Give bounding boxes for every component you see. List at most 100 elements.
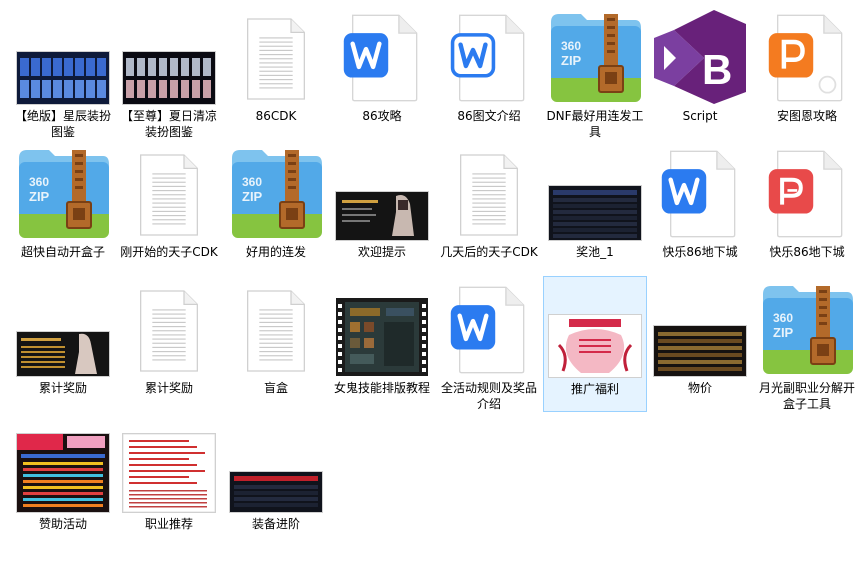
file-item[interactable]: 360 ZIP 超快自动开盒子	[11, 140, 115, 276]
file-item[interactable]: 360 ZIP DNF最好用连发工具	[543, 4, 647, 140]
word-doc-outline-icon	[441, 8, 537, 104]
svg-text:360: 360	[561, 39, 581, 53]
file-name-label: 快乐86地下城	[769, 245, 845, 259]
file-item[interactable]: 装备进阶	[224, 412, 328, 548]
file-item[interactable]: 快乐86地下城	[755, 140, 859, 276]
file-item[interactable]: 360 ZIP 好用的连发	[224, 140, 328, 276]
image-thumbnail	[549, 186, 641, 240]
file-item[interactable]: 盲盒	[224, 276, 328, 412]
file-item[interactable]: B Script	[648, 4, 752, 140]
file-item[interactable]: 86攻略	[330, 4, 434, 140]
image-thumbnail	[17, 434, 109, 512]
file-name-label: 推广福利	[570, 382, 619, 396]
file-name-label: 安图恩攻略	[776, 109, 837, 123]
svg-text:ZIP: ZIP	[561, 53, 582, 68]
file-item[interactable]: 全活动规则及奖品介绍	[437, 276, 541, 412]
image-thumbnail-icon	[228, 416, 324, 512]
image-thumbnail	[654, 326, 746, 376]
file-item[interactable]: 安图恩攻略	[755, 4, 859, 140]
file-name-label: 【至尊】夏日清凉装扮图鉴	[120, 109, 217, 139]
file-item[interactable]: 【绝版】星辰装扮图鉴	[11, 4, 115, 140]
image-thumbnail	[17, 332, 109, 376]
word-doc-icon	[334, 8, 430, 104]
file-name-label: 好用的连发	[245, 245, 306, 259]
word-doc-icon	[652, 144, 748, 240]
text-file-icon	[441, 144, 537, 240]
file-item[interactable]: 几天后的天子CDK	[437, 140, 541, 276]
image-thumbnail	[17, 52, 109, 104]
file-grid: 【绝版】星辰装扮图鉴 【至尊】夏日清凉装扮图鉴 86CDK 86攻略 86图文介绍…	[0, 0, 865, 586]
zip-archive-icon: 360 ZIP	[15, 144, 111, 240]
presentation-doc-icon	[759, 8, 855, 104]
file-name-label: 欢迎提示	[357, 245, 406, 259]
file-name-label: 几天后的天子CDK	[440, 245, 538, 259]
svg-text:ZIP: ZIP	[242, 189, 263, 204]
svg-text:360: 360	[773, 311, 793, 325]
file-name-label: 86图文介绍	[457, 109, 521, 123]
image-thumbnail-icon	[121, 8, 217, 104]
svg-text:ZIP: ZIP	[773, 325, 794, 340]
image-thumbnail	[230, 472, 322, 512]
image-thumbnail	[123, 434, 215, 512]
file-name-label: 86CDK	[255, 109, 297, 123]
file-name-label: Script	[682, 109, 718, 123]
file-item[interactable]: 86CDK	[224, 4, 328, 140]
text-file-icon	[228, 280, 324, 376]
file-item[interactable]: 女鬼技能排版教程	[330, 276, 434, 412]
file-name-label: 超快自动开盒子	[20, 245, 105, 259]
visual-studio-icon: B	[652, 8, 748, 104]
file-name-label: 女鬼技能排版教程	[333, 381, 430, 395]
image-thumbnail-icon	[121, 416, 217, 512]
svg-text:360: 360	[29, 175, 49, 189]
file-item[interactable]: 【至尊】夏日清凉装扮图鉴	[117, 4, 221, 140]
image-thumbnail-icon	[15, 280, 111, 376]
video-file-icon	[334, 280, 430, 376]
svg-text:ZIP: ZIP	[29, 189, 50, 204]
file-name-label: 【绝版】星辰装扮图鉴	[14, 109, 111, 139]
file-item[interactable]: 赞助活动	[11, 412, 115, 548]
file-item[interactable]: 推广福利	[543, 276, 647, 412]
image-thumbnail-icon	[652, 280, 748, 376]
file-name-label: 全活动规则及奖品介绍	[440, 381, 537, 411]
file-item[interactable]: 360 ZIP 月光副职业分解开盒子工具	[755, 276, 859, 412]
image-thumbnail	[336, 192, 428, 240]
file-name-label: 86攻略	[362, 109, 402, 123]
file-name-label: 赞助活动	[38, 517, 87, 531]
file-name-label: 月光副职业分解开盒子工具	[758, 381, 855, 411]
file-name-label: 装备进阶	[251, 517, 300, 531]
text-file-icon	[121, 144, 217, 240]
file-name-label: DNF最好用连发工具	[546, 109, 644, 139]
file-item[interactable]: 快乐86地下城	[648, 140, 752, 276]
file-item[interactable]: 刚开始的天子CDK	[117, 140, 221, 276]
zip-archive-icon: 360 ZIP	[759, 280, 855, 376]
svg-text:B: B	[702, 46, 732, 93]
image-thumbnail	[549, 315, 641, 377]
text-file-icon	[228, 8, 324, 104]
image-thumbnail	[123, 52, 215, 104]
pdf-doc-icon	[759, 144, 855, 240]
image-thumbnail-icon	[15, 416, 111, 512]
image-thumbnail-icon	[15, 8, 111, 104]
file-item[interactable]: 奖池_1	[543, 140, 647, 276]
file-name-label: 奖池_1	[576, 245, 614, 259]
image-thumbnail-icon	[547, 144, 643, 240]
file-name-label: 物价	[687, 381, 712, 395]
svg-text:360: 360	[242, 175, 262, 189]
file-item[interactable]: 职业推荐	[117, 412, 221, 548]
zip-archive-icon: 360 ZIP	[228, 144, 324, 240]
file-name-label: 刚开始的天子CDK	[120, 245, 218, 259]
file-name-label: 职业推荐	[144, 517, 193, 531]
file-item[interactable]: 86图文介绍	[437, 4, 541, 140]
file-item[interactable]: 物价	[648, 276, 752, 412]
text-file-icon	[121, 280, 217, 376]
file-name-label: 快乐86地下城	[662, 245, 738, 259]
file-name-label: 盲盒	[263, 381, 288, 395]
file-item[interactable]: 欢迎提示	[330, 140, 434, 276]
file-item[interactable]: 累计奖励	[11, 276, 115, 412]
zip-archive-icon: 360 ZIP	[547, 8, 643, 104]
image-thumbnail-icon	[547, 281, 643, 377]
image-thumbnail-icon	[334, 144, 430, 240]
file-item[interactable]: 累计奖励	[117, 276, 221, 412]
file-name-label: 累计奖励	[144, 381, 193, 395]
word-doc-icon	[441, 280, 537, 376]
